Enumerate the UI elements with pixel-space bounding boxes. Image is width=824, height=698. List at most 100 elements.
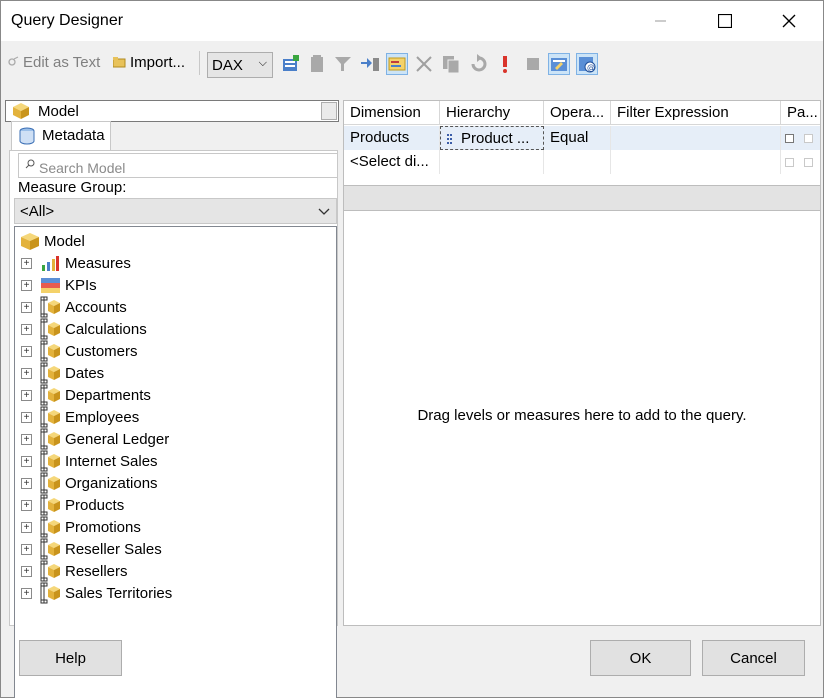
close-icon [782,14,796,28]
expand-icon[interactable]: + [21,587,32,599]
expand-icon[interactable]: + [21,279,32,291]
column-filter-expression[interactable]: Filter Expression [611,101,781,125]
filter-row[interactable]: Products Product ... Equal [344,126,820,150]
dimension-icon [40,296,60,318]
expand-icon[interactable]: + [21,411,32,423]
filter-button[interactable] [332,53,354,75]
tree-item-reseller-sales[interactable]: + Reseller Sales [21,538,162,560]
auto-execute-button[interactable] [386,53,408,75]
language-value: DAX [212,57,243,74]
new-operator-cell[interactable] [544,150,611,174]
expand-icon[interactable]: + [21,433,32,445]
dimension-icon [40,384,60,406]
tree-item-label: Dates [65,364,105,382]
tree-item-sales-territories[interactable]: + Sales Territories [21,582,172,604]
cancel-button[interactable]: Cancel [702,640,805,676]
expand-icon[interactable]: + [21,543,32,555]
new-hierarchy-cell[interactable] [440,150,544,174]
chevron-down-icon: ⌵ [258,57,267,69]
tree-item-kpis[interactable]: + KPIs [21,274,97,296]
tree-item-general-ledger[interactable]: + General Ledger [21,428,169,450]
add-calculated-member-button[interactable] [280,53,302,75]
run-icon [503,56,507,73]
tab-metadata[interactable]: Metadata [11,121,111,151]
delete-button[interactable] [306,53,328,75]
tree-root[interactable]: Model [19,231,85,251]
tree-item-measures[interactable]: + Measures [21,252,131,274]
show-empty-cells-button[interactable] [359,53,381,75]
ok-button[interactable]: OK [590,640,691,676]
search-model-input[interactable]: Search Model [18,153,338,178]
filter-row-new[interactable]: <Select di... [344,150,820,174]
parameter-checkbox[interactable] [785,134,794,143]
refresh-button[interactable] [468,53,490,75]
title-bar: Query Designer [1,1,823,41]
measure-group-select[interactable]: <All> [14,198,337,224]
close-button[interactable] [766,1,812,41]
tree-item-label: Accounts [65,298,127,316]
dimension-icon [40,450,60,472]
expand-icon[interactable]: + [21,257,32,269]
filter-expression-cell[interactable] [611,126,781,150]
expand-icon[interactable]: + [21,455,32,467]
cube-browse-button[interactable] [321,102,337,120]
column-hierarchy[interactable]: Hierarchy [440,101,544,125]
minimize-button[interactable] [638,1,684,41]
tree-item-employees[interactable]: + Employees [21,406,139,428]
tree-item-promotions[interactable]: + Promotions [21,516,141,538]
expand-icon[interactable]: + [21,389,32,401]
tree-item-accounts[interactable]: + Accounts [21,296,127,318]
expand-icon[interactable]: + [21,301,32,313]
expand-icon[interactable]: + [21,345,32,357]
pane-splitter[interactable] [344,185,820,211]
tree-item-label: Measures [65,254,131,272]
search-icon [25,159,35,169]
tree-item-products[interactable]: + Products [21,494,124,516]
expand-icon[interactable]: + [21,367,32,379]
design-mode-button[interactable] [548,53,570,75]
tree-item-organizations[interactable]: + Organizations [21,472,158,494]
remove-button[interactable] [413,53,435,75]
tree-item-resellers[interactable]: + Resellers [21,560,128,582]
import-label: Import... [130,53,186,71]
expand-icon[interactable]: + [21,477,32,489]
tree-item-label: Employees [65,408,140,426]
tree-item-label: Reseller Sales [65,540,162,558]
select-dimension-cell[interactable]: <Select di... [344,150,440,174]
window-title: Query Designer [11,12,124,29]
expand-icon[interactable]: + [21,521,32,533]
tree-item-dates[interactable]: + Dates [21,362,104,384]
column-operator[interactable]: Opera... [544,101,611,125]
new-filter-expression-cell[interactable] [611,150,781,174]
tree-item-internet-sales[interactable]: + Internet Sales [21,450,158,472]
language-select[interactable]: DAX ⌵ [207,52,273,78]
query-parameters-button[interactable]: @ [576,53,598,75]
expand-icon[interactable]: + [21,499,32,511]
import-button[interactable]: Import... [113,51,185,73]
parameter-checkbox-secondary[interactable] [804,158,813,167]
expand-icon[interactable]: + [21,565,32,577]
column-parameters[interactable]: Pa... [781,101,820,125]
expand-icon[interactable]: + [21,323,32,335]
tree-item-customers[interactable]: + Customers [21,340,138,362]
parameter-checkbox[interactable] [785,158,794,167]
run-button[interactable] [494,53,516,75]
help-button[interactable]: Help [19,640,122,676]
column-dimension[interactable]: Dimension [344,101,440,125]
tree-item-calculations[interactable]: + Calculations [21,318,147,340]
tree-item-label: Products [65,496,125,514]
parameter-checkbox-secondary[interactable] [804,134,813,143]
query-designer-window: Query Designer Edit as Text Import... DA… [0,0,824,698]
edit-as-text-button[interactable]: Edit as Text [7,51,100,73]
kpi-icon [40,275,60,295]
tree-item-departments[interactable]: + Departments [21,384,151,406]
cancel-query-icon [527,58,539,70]
maximize-button[interactable] [702,1,748,41]
copy-button[interactable] [440,53,462,75]
cube-selector[interactable]: Model [5,100,339,122]
filter-operator-cell[interactable]: Equal [544,126,611,150]
measures-icon [40,253,60,273]
cancel-query-button[interactable] [522,53,544,75]
filter-hierarchy-cell[interactable]: Product ... [440,126,544,150]
filter-dimension-cell[interactable]: Products [344,126,440,150]
